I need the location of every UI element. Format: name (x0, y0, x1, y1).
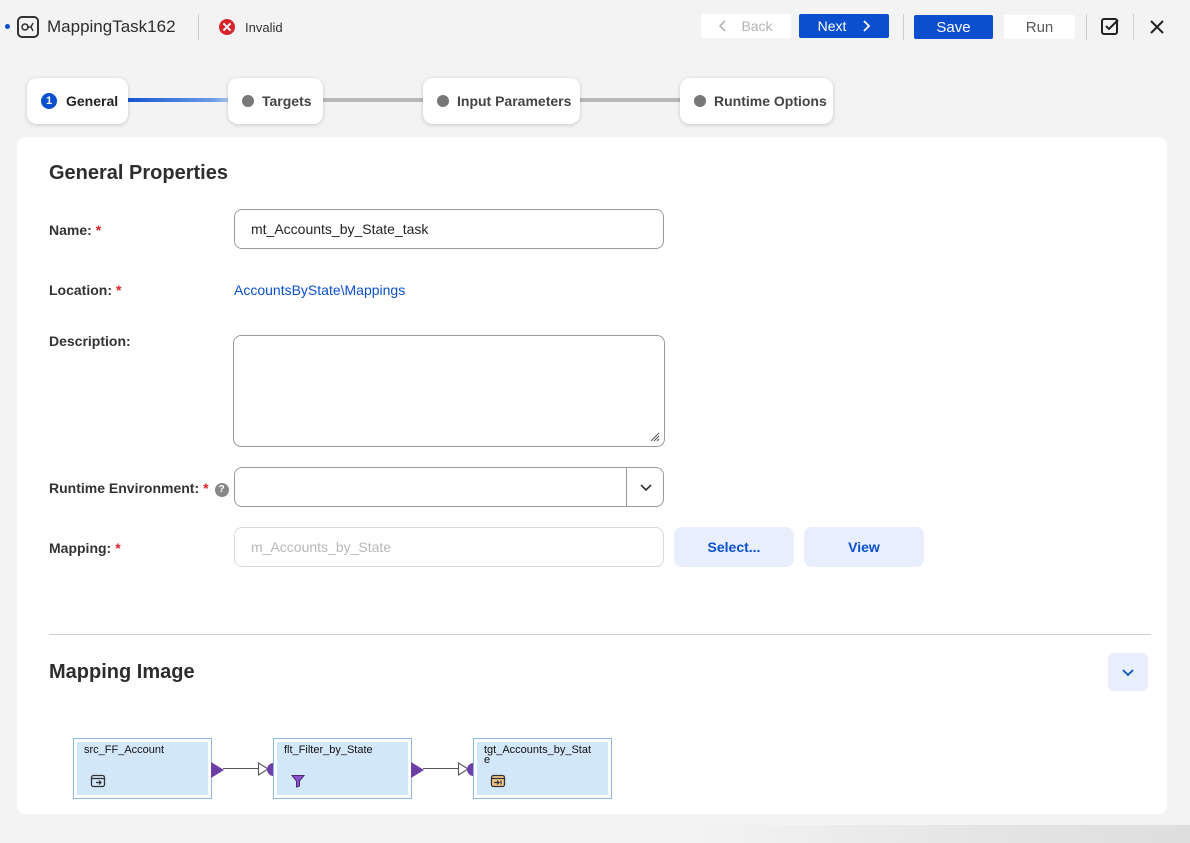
connector-line (223, 768, 259, 769)
top-bar: MappingTask162 Invalid Back Next Save Ru… (0, 0, 1190, 54)
chevron-down-icon[interactable] (639, 480, 653, 494)
step-bullet (437, 95, 449, 107)
step-targets[interactable]: Targets (228, 78, 323, 124)
runtime-environment-select[interactable] (234, 467, 664, 507)
required-mark: * (203, 480, 209, 496)
close-icon[interactable] (1146, 16, 1168, 38)
node-label: src_FF_Account (84, 744, 165, 756)
step-label: General (66, 93, 119, 109)
mapping-node-source[interactable]: src_FF_Account (73, 738, 212, 799)
mapping-label-text: Mapping: (49, 540, 112, 556)
select-mapping-button[interactable]: Select... (674, 527, 794, 567)
mapping-label: Mapping: * (49, 540, 121, 556)
chevron-right-icon (863, 20, 871, 32)
required-mark: * (95, 222, 102, 238)
validate-icon[interactable] (1099, 16, 1121, 38)
status-label: Invalid (245, 20, 283, 35)
divider (198, 14, 199, 40)
output-port (411, 762, 424, 778)
step-connector (120, 98, 236, 102)
runtime-environment-label: Runtime Environment: *? (49, 480, 229, 497)
resize-grip-icon[interactable] (648, 430, 660, 442)
section-title: General Properties (49, 162, 228, 184)
help-icon[interactable]: ? (214, 483, 229, 497)
runtime-label-text: Runtime Environment: (49, 480, 200, 496)
general-properties-card: General Properties Name: * mt_Accounts_by… (17, 137, 1167, 814)
description-label: Description: (49, 333, 131, 349)
node-label: tgt_Accounts_by_State (484, 744, 592, 766)
mapping-field: m_Accounts_by_State (234, 527, 664, 567)
required-mark: * (115, 540, 121, 556)
step-bullet (242, 95, 254, 107)
divider (1086, 14, 1087, 40)
mapping-task-icon (17, 16, 39, 38)
back-label: Back (741, 18, 773, 34)
name-label: Name: * (49, 222, 101, 238)
step-general[interactable]: 1 General (27, 78, 128, 124)
description-textarea[interactable] (233, 335, 665, 447)
step-runtime-options[interactable]: Runtime Options (680, 78, 833, 124)
step-connector (318, 98, 428, 102)
step-label: Input Parameters (457, 93, 572, 109)
chevron-down-icon (1122, 669, 1134, 677)
divider (1133, 14, 1134, 40)
view-mapping-button[interactable]: View (804, 527, 924, 567)
mapping-node-target[interactable]: tgt_Accounts_by_State (473, 738, 612, 799)
save-button[interactable]: Save (914, 15, 993, 39)
next-label: Next (817, 18, 847, 34)
target-icon (490, 774, 506, 788)
location-label-text: Location: (49, 282, 112, 298)
select-divider (626, 468, 627, 506)
filter-icon (290, 775, 306, 788)
step-connector (575, 98, 685, 102)
location-link[interactable]: AccountsByState\Mappings (234, 282, 405, 298)
back-button[interactable]: Back (701, 14, 791, 38)
task-title: MappingTask162 (47, 17, 176, 36)
invalid-status-icon (219, 19, 235, 35)
collapse-toggle-button[interactable] (1108, 653, 1148, 691)
source-icon (90, 774, 106, 788)
step-label: Targets (262, 93, 312, 109)
location-label: Location: * (49, 282, 121, 298)
run-button[interactable]: Run (1004, 15, 1075, 39)
mapping-node-filter[interactable]: flt_Filter_by_State (273, 738, 412, 799)
step-bullet (694, 95, 706, 107)
required-mark: * (116, 282, 122, 298)
section-divider (49, 634, 1151, 635)
output-port (211, 762, 224, 778)
mapping-image-title: Mapping Image (49, 661, 195, 683)
node-label: flt_Filter_by_State (284, 744, 373, 756)
step-input-parameters[interactable]: Input Parameters (423, 78, 580, 124)
connector-line (423, 768, 459, 769)
unsaved-indicator (5, 24, 10, 29)
next-button[interactable]: Next (799, 14, 889, 38)
name-label-text: Name: (49, 222, 92, 238)
divider (903, 14, 904, 40)
step-label: Runtime Options (714, 93, 827, 109)
step-number: 1 (41, 93, 57, 109)
name-input[interactable]: mt_Accounts_by_State_task (234, 209, 664, 249)
chevron-left-icon (719, 20, 727, 32)
background-shade (700, 825, 1190, 843)
